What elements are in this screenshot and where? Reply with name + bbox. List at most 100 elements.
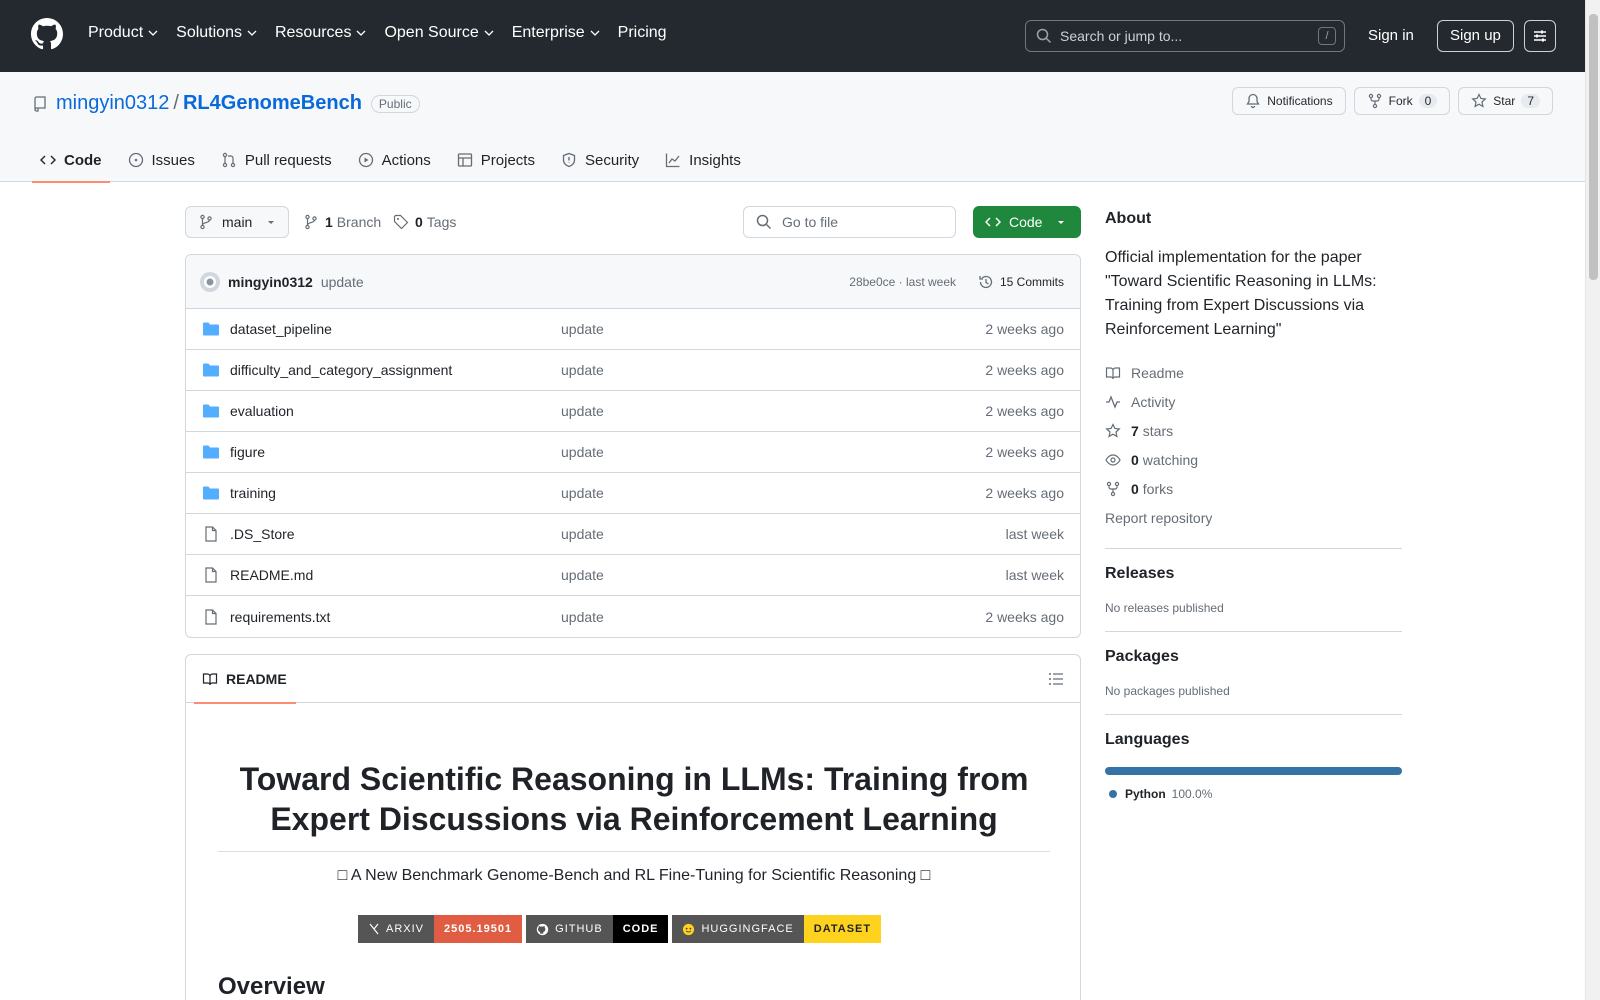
tab-insights[interactable]: Insights [657, 138, 749, 182]
arxiv-badge-right-label: 2505.19501 [444, 923, 513, 935]
commit-meta[interactable]: 28be0ce · last week [849, 275, 956, 289]
tab-security[interactable]: Security [553, 138, 647, 182]
tab-projects[interactable]: Projects [449, 138, 543, 182]
go-to-file-input[interactable]: Go to file [743, 206, 956, 238]
tag-label: Tags [426, 214, 457, 230]
file-name[interactable]: README.md [230, 567, 313, 583]
file-commit-message[interactable]: update [561, 567, 604, 583]
file-name[interactable]: evaluation [230, 403, 294, 419]
nav-solutions[interactable]: Solutions [176, 24, 257, 42]
star-button[interactable]: Star 7 [1458, 87, 1553, 115]
activity-link[interactable]: Activity [1105, 387, 1402, 416]
nav-resources[interactable]: Resources [275, 24, 366, 42]
search-shortcut-hint: / [1318, 27, 1336, 45]
forks-label: forks [1142, 480, 1174, 497]
github-logo-icon[interactable] [31, 18, 63, 50]
star-count: 7 [1521, 94, 1540, 108]
file-row[interactable]: difficulty_and_category_assignment update… [186, 350, 1080, 391]
file-row[interactable]: .DS_Store update last week [186, 514, 1080, 555]
sign-in-link[interactable]: Sign in [1368, 27, 1414, 44]
file-row[interactable]: figure update 2 weeks ago [186, 432, 1080, 473]
avatar[interactable] [200, 271, 220, 292]
code-button[interactable]: Code [973, 206, 1081, 238]
nav-product[interactable]: Product [88, 24, 158, 42]
commits-history-link[interactable]: 15 Commits [978, 274, 1064, 290]
chevron-down-icon [356, 30, 366, 36]
stars-label: stars [1142, 422, 1174, 439]
tab-code[interactable]: Code [32, 138, 110, 183]
branch-label: Branch [336, 214, 382, 230]
fork-button[interactable]: Fork 0 [1353, 87, 1451, 115]
branches-link[interactable]: 1 Branch [303, 214, 381, 230]
nav-pricing[interactable]: Pricing [618, 24, 667, 42]
file-name[interactable]: difficulty_and_category_assignment [230, 362, 452, 378]
watchers-link[interactable]: 0 watching [1105, 445, 1402, 474]
file-row[interactable]: README.md update last week [186, 555, 1080, 596]
nav-enterprise[interactable]: Enterprise [512, 24, 600, 42]
branch-selector[interactable]: main [185, 206, 289, 238]
chevron-down-icon [484, 30, 494, 36]
repo-owner-link[interactable]: mingyin0312 [56, 92, 169, 115]
graph-icon [666, 153, 680, 168]
repo-name-link[interactable]: RL4GenomeBench [183, 92, 362, 115]
file-name[interactable]: dataset_pipeline [230, 321, 332, 337]
file-commit-message[interactable]: update [561, 362, 604, 378]
tab-issues[interactable]: Issues [120, 138, 203, 182]
file-commit-message[interactable]: update [561, 609, 604, 625]
readme-tab[interactable]: README [194, 655, 296, 704]
fork-count: 0 [1418, 94, 1438, 108]
nav-open-source[interactable]: Open Source [384, 24, 494, 42]
language-name: Python [1125, 787, 1166, 801]
table-icon [457, 153, 472, 167]
code-icon [985, 217, 1001, 227]
page-scrollbar[interactable] [1585, 0, 1600, 1000]
list-outline-icon[interactable] [1048, 671, 1064, 687]
file-commit-message[interactable]: update [561, 403, 604, 419]
file-row[interactable]: dataset_pipeline update 2 weeks ago [186, 309, 1080, 350]
tab-actions[interactable]: Actions [350, 138, 439, 182]
file-date: last week [1005, 567, 1064, 583]
eye-icon [1105, 453, 1121, 466]
file-row[interactable]: requirements.txt update 2 weeks ago [186, 596, 1080, 637]
tags-link[interactable]: 0 Tags [393, 214, 456, 230]
arxiv-badge[interactable]: ARXIV 2505.19501 [358, 915, 523, 943]
readme-link[interactable]: Readme [1105, 358, 1402, 387]
file-name[interactable]: .DS_Store [230, 526, 295, 542]
file-row[interactable]: evaluation update 2 weeks ago [186, 391, 1080, 432]
language-python[interactable]: Python 100.0% [1105, 787, 1402, 801]
github-badge[interactable]: GITHUB CODE [526, 915, 669, 943]
file-name[interactable]: requirements.txt [230, 609, 330, 625]
arxiv-icon [369, 923, 379, 935]
tab-pull-requests[interactable]: Pull requests [213, 138, 340, 182]
report-repository-link[interactable]: Report repository [1105, 503, 1402, 532]
scrollbar-thumb[interactable] [1589, 14, 1598, 280]
file-commit-message[interactable]: update [561, 485, 604, 501]
global-search-input[interactable]: Search or jump to... / [1025, 20, 1345, 52]
go-to-file-placeholder: Go to file [782, 214, 839, 230]
file-commit-message[interactable]: update [561, 444, 604, 460]
repo-title: mingyin0312 / RL4GenomeBench Public [32, 92, 420, 115]
releases-heading[interactable]: Releases [1105, 565, 1402, 583]
file-commit-message[interactable]: update [561, 321, 604, 337]
file-date: 2 weeks ago [985, 403, 1064, 419]
notifications-button[interactable]: Notifications [1232, 87, 1346, 115]
readme-tab-label: README [226, 671, 287, 687]
stars-link[interactable]: 7 stars [1105, 416, 1402, 445]
tab-pull-requests-label: Pull requests [244, 151, 332, 169]
file-commit-message[interactable]: update [561, 526, 604, 542]
menu-button[interactable] [1524, 20, 1556, 52]
sign-up-button[interactable]: Sign up [1437, 20, 1514, 52]
commit-author[interactable]: mingyin0312 [228, 274, 313, 290]
file-row[interactable]: training update 2 weeks ago [186, 473, 1080, 514]
file-name[interactable]: training [230, 485, 276, 501]
file-date: 2 weeks ago [985, 362, 1064, 378]
nav-solutions-label: Solutions [176, 24, 242, 41]
sliders-icon [1534, 30, 1546, 42]
search-icon [756, 214, 772, 230]
search-placeholder: Search or jump to... [1060, 28, 1183, 44]
huggingface-badge[interactable]: HUGGINGFACE DATASET [672, 915, 882, 943]
file-name[interactable]: figure [230, 444, 265, 460]
commit-message[interactable]: update [321, 274, 364, 290]
packages-heading[interactable]: Packages [1105, 648, 1402, 666]
forks-link[interactable]: 0 forks [1105, 474, 1402, 503]
